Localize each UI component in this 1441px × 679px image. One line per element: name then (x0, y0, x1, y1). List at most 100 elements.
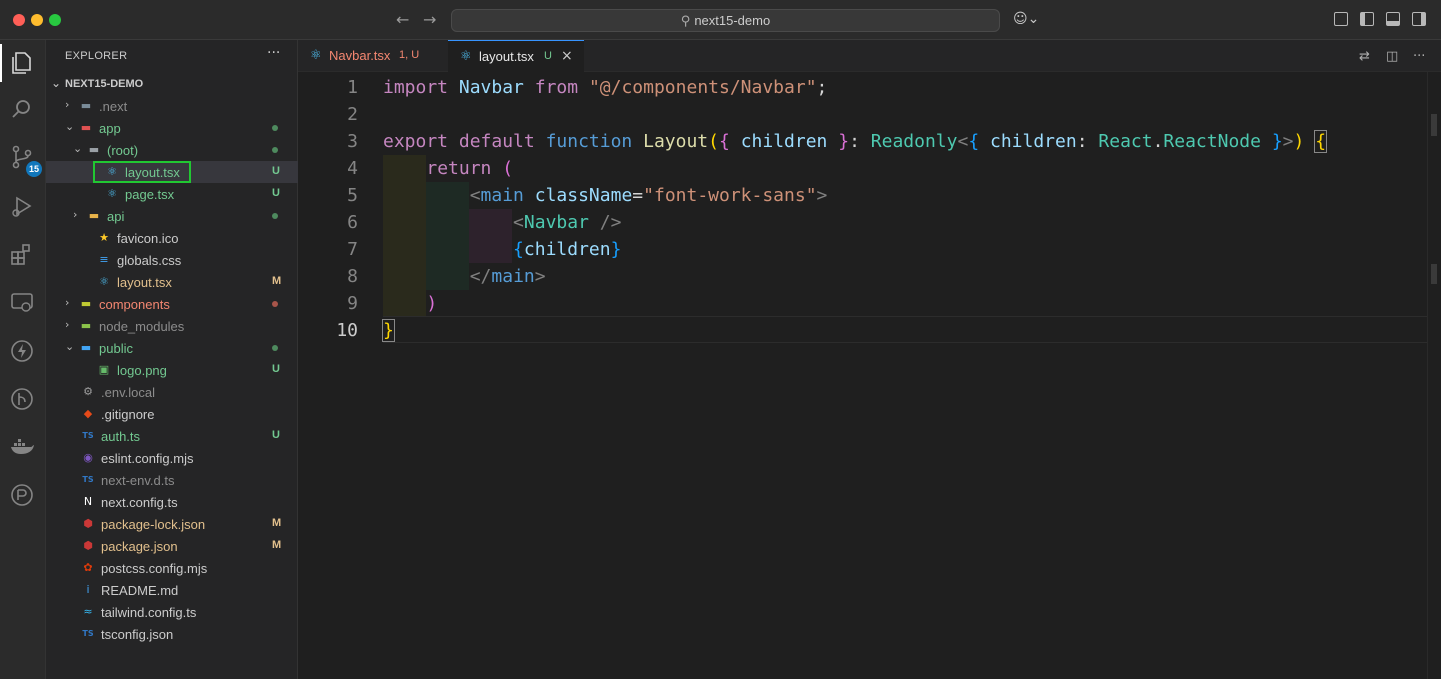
run-debug-icon[interactable] (9, 193, 35, 219)
project-root-header[interactable]: ⌄ NEXT15-DEMO (46, 73, 298, 95)
code-token: from (534, 77, 579, 98)
source-control-icon[interactable]: 15 (9, 144, 43, 177)
gitlens-icon[interactable] (9, 386, 35, 412)
editor-tabs: ⚛ Navbar.tsx 1, U ⚛ layout.tsx U × ⇄ ◫ ·… (298, 40, 1441, 72)
tree-item[interactable]: ⬢ package.json M (46, 535, 298, 557)
command-center-search[interactable]: ⚲ next15-demo (451, 9, 1000, 32)
css-icon: ≡ (99, 253, 109, 266)
chevron-right-icon[interactable]: › (73, 208, 77, 221)
tree-item-label: next.config.ts (101, 495, 178, 510)
chevron-right-icon[interactable]: › (65, 98, 69, 111)
tree-item[interactable]: › ▬ node_modules (46, 315, 298, 337)
toggle-primary-sidebar-icon[interactable] (1360, 12, 1374, 26)
tree-item[interactable]: Nnext.config.ts (46, 491, 298, 513)
code-token: children (523, 239, 611, 260)
code-editor[interactable]: 1 2 3 4 5 6 7 8 9 10 import Navbar from "@/compon… (298, 72, 1427, 679)
tree-item[interactable]: ⚛ layout.tsx M (46, 271, 298, 293)
customize-layout-icon[interactable] (1334, 12, 1348, 26)
thunder-client-icon[interactable] (9, 338, 35, 364)
folder-icon: ▬ (80, 341, 92, 354)
tree-item[interactable]: ⚙ .env.local (46, 381, 298, 403)
code-token: = (632, 185, 644, 206)
chevron-down-icon[interactable]: ⌄ (65, 120, 74, 133)
tree-item[interactable]: i README.md (46, 579, 298, 601)
tree-item[interactable]: ★ favicon.ico (46, 227, 298, 249)
accounts-icon[interactable] (9, 482, 35, 508)
git-status-dot (272, 213, 278, 219)
copilot-icon[interactable]: ☺⌄ (1013, 11, 1039, 27)
tree-item[interactable]: ≡ globals.css (46, 249, 298, 271)
chevron-down-icon[interactable]: ⌄ (73, 142, 82, 155)
nextjs-icon: N (83, 495, 93, 508)
tree-item-label: components (99, 297, 170, 312)
tree-item-label: (root) (107, 143, 139, 158)
tree-item[interactable]: ⚛ layout.tsx U (46, 161, 298, 183)
tree-item[interactable]: ⌄ ▬ public (46, 337, 298, 359)
tree-item-label: globals.css (117, 253, 182, 268)
tree-item[interactable]: ▣ logo.png U (46, 359, 298, 381)
compare-changes-icon[interactable]: ⇄ (1359, 49, 1370, 64)
explorer-icon[interactable] (0, 44, 35, 82)
code-token: Navbar (458, 77, 524, 98)
tree-item-label: tailwind.config.ts (101, 605, 197, 620)
close-tab-icon[interactable]: × (561, 48, 573, 64)
code-token: children (740, 131, 828, 152)
git-status-badge: U (272, 165, 280, 177)
tree-item[interactable]: ⚛ page.tsx U (46, 183, 298, 205)
tree-item[interactable]: ◆ .gitignore (46, 403, 298, 425)
toggle-secondary-sidebar-icon[interactable] (1412, 12, 1426, 26)
tree-item[interactable]: › ▬ api (46, 205, 298, 227)
more-actions-icon[interactable]: ··· (1413, 49, 1425, 64)
eslint-icon: ◉ (83, 451, 93, 464)
chevron-right-icon[interactable]: › (65, 296, 69, 309)
back-arrow-icon[interactable]: ← (396, 10, 409, 29)
editor-scrollbar[interactable] (1427, 72, 1441, 679)
git-status-dot (272, 301, 278, 307)
tree-item[interactable]: › ▬ components (46, 293, 298, 315)
remote-explorer-icon[interactable] (9, 290, 35, 316)
forward-arrow-icon[interactable]: → (423, 10, 436, 29)
highlight-box (93, 161, 191, 183)
git-status-badge: M (272, 517, 282, 529)
tree-item[interactable]: ≈ tailwind.config.ts (46, 601, 298, 623)
docker-icon[interactable] (9, 434, 35, 460)
split-editor-icon[interactable]: ◫ (1386, 49, 1398, 64)
git-icon: ◆ (83, 407, 93, 420)
minimize-window-button[interactable] (31, 14, 43, 26)
activity-bar: 15 (0, 40, 46, 679)
code-token: { (1314, 130, 1328, 153)
tree-item[interactable]: TS auth.ts U (46, 425, 298, 447)
close-window-button[interactable] (13, 14, 25, 26)
toggle-panel-icon[interactable] (1386, 12, 1400, 26)
code-line: } (382, 317, 395, 344)
tree-item-label: eslint.config.mjs (101, 451, 194, 466)
tree-item[interactable]: ◉ eslint.config.mjs (46, 447, 298, 469)
extensions-icon[interactable] (9, 242, 35, 268)
tab-navbar[interactable]: ⚛ Navbar.tsx 1, U (298, 40, 448, 72)
code-token: default (458, 131, 535, 152)
tree-item[interactable]: TS next-env.d.ts (46, 469, 298, 491)
tree-item[interactable]: › ▬ .next (46, 95, 298, 117)
chevron-down-icon[interactable]: ⌄ (65, 340, 74, 353)
zoom-window-button[interactable] (49, 14, 61, 26)
tab-layout[interactable]: ⚛ layout.tsx U × (448, 40, 584, 72)
tree-item[interactable]: ⬢ package-lock.json M (46, 513, 298, 535)
line-number: 8 (347, 266, 358, 287)
typescript-icon: TS (82, 475, 94, 484)
tree-item[interactable]: ⌄ ▬ app (46, 117, 298, 139)
tree-item-label: layout.tsx (117, 275, 172, 290)
tree-item[interactable]: TS tsconfig.json (46, 623, 298, 645)
scrollbar-marker (1431, 114, 1437, 136)
search-icon[interactable] (9, 96, 35, 122)
tree-item[interactable]: ✿ postcss.config.mjs (46, 557, 298, 579)
tree-item[interactable]: ⌄ ▬ (root) (46, 139, 298, 161)
tree-item-label: public (99, 341, 133, 356)
chevron-right-icon[interactable]: › (65, 318, 69, 331)
more-actions-icon[interactable]: ··· (267, 45, 280, 61)
